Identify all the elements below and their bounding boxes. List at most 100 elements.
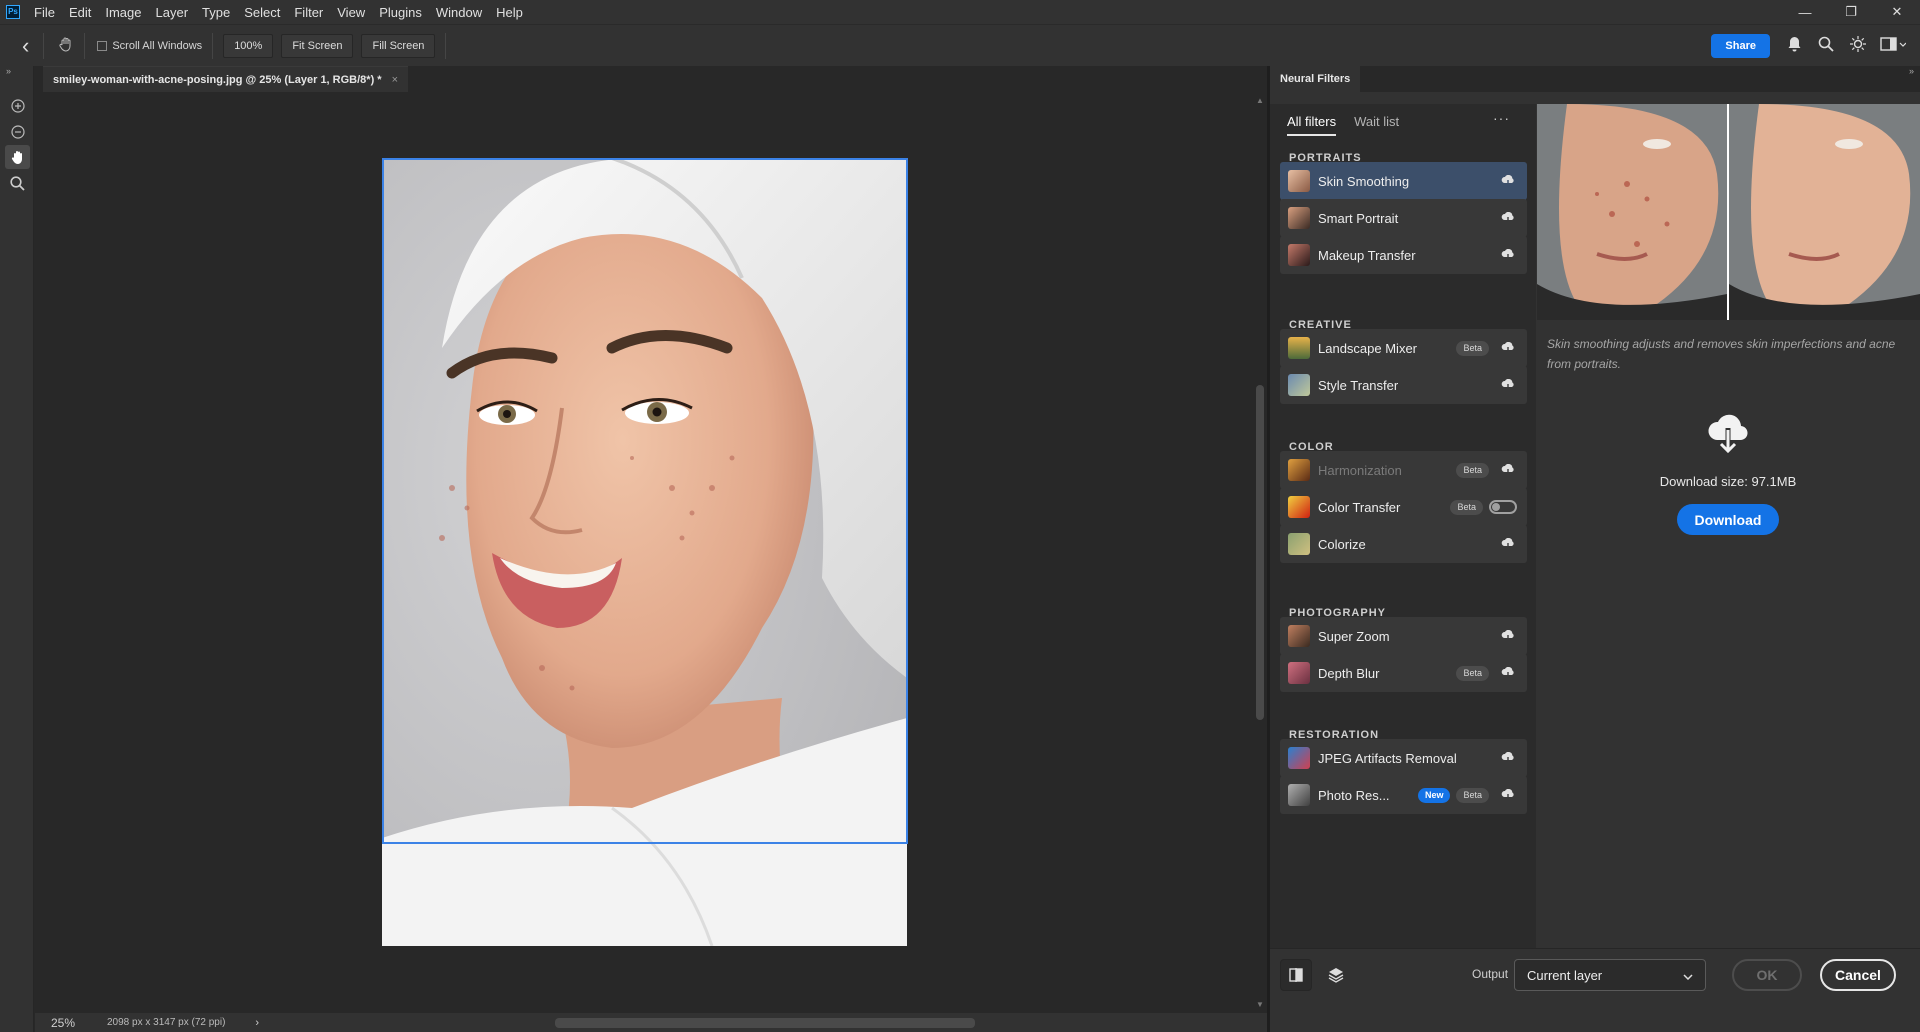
back-arrow-icon[interactable]: ‹: [22, 33, 29, 59]
menu-select[interactable]: Select: [237, 5, 287, 20]
download-button[interactable]: Download: [1677, 504, 1779, 535]
fill-screen-button[interactable]: Fill Screen: [361, 33, 436, 58]
ok-button[interactable]: OK: [1732, 959, 1802, 991]
canvas-area[interactable]: [35, 92, 1267, 1013]
menu-window[interactable]: Window: [429, 5, 489, 20]
filter-color-transfer[interactable]: Color Transfer Beta: [1280, 488, 1527, 526]
tab-wait-list[interactable]: Wait list: [1354, 114, 1399, 136]
fit-screen-button[interactable]: Fit Screen: [281, 33, 354, 58]
download-size: Download size: 97.1MB: [1659, 474, 1797, 489]
photo-restoration-thumbnail-icon: [1288, 784, 1310, 806]
menu-view[interactable]: View: [330, 5, 372, 20]
menu-file[interactable]: File: [27, 5, 62, 20]
cancel-button[interactable]: Cancel: [1820, 959, 1896, 991]
color-transfer-thumbnail-icon: [1288, 496, 1310, 518]
super-zoom-thumbnail-icon: [1288, 625, 1310, 647]
horizontal-scroll-thumb[interactable]: [555, 1018, 975, 1028]
cloud-download-icon[interactable]: [1495, 464, 1521, 476]
window-controls: — ❐ ✕: [1782, 0, 1920, 24]
document-tab-bar: smiley-woman-with-acne-posing.jpg @ 25% …: [35, 66, 1267, 92]
horizontal-scrollbar[interactable]: [285, 1017, 1245, 1028]
discover-lightbulb-icon[interactable]: [1850, 36, 1866, 56]
document-tab[interactable]: smiley-woman-with-acne-posing.jpg @ 25% …: [43, 66, 409, 92]
cloud-download-icon[interactable]: [1495, 212, 1521, 224]
scroll-up-arrow-icon[interactable]: ▲: [1256, 96, 1264, 105]
smart-portrait-thumbnail-icon: [1288, 207, 1310, 229]
menu-type[interactable]: Type: [195, 5, 237, 20]
filter-landscape-mixer[interactable]: Landscape Mixer Beta: [1280, 329, 1527, 367]
bell-icon[interactable]: [1787, 36, 1802, 56]
cloud-download-icon[interactable]: [1495, 342, 1521, 354]
document-tab-title: smiley-woman-with-acne-posing.jpg @ 25% …: [53, 73, 382, 86]
workspace-icon[interactable]: [1880, 36, 1907, 56]
close-tab-icon[interactable]: ×: [392, 74, 398, 86]
filter-smart-portrait[interactable]: Smart Portrait: [1280, 199, 1527, 237]
layer-bounds-selection: [382, 158, 908, 844]
vertical-scrollbar[interactable]: ▲ ▼: [1253, 92, 1267, 1013]
menu-image[interactable]: Image: [98, 5, 148, 20]
beta-badge: Beta: [1456, 787, 1489, 803]
collapse-toolbar-icon[interactable]: »: [6, 66, 11, 76]
filter-makeup-transfer[interactable]: Makeup Transfer: [1280, 236, 1527, 274]
filter-harmonization[interactable]: Harmonization Beta: [1280, 451, 1527, 489]
vertical-scroll-thumb[interactable]: [1256, 385, 1264, 720]
cloud-download-icon[interactable]: [1495, 752, 1521, 764]
cloud-download-icon[interactable]: [1495, 538, 1521, 550]
landscape-mixer-thumbnail-icon: [1288, 337, 1310, 359]
divider: [84, 32, 86, 59]
restore-button[interactable]: ❐: [1828, 0, 1874, 24]
makeup-transfer-thumbnail-icon: [1288, 244, 1310, 266]
filter-skin-smoothing[interactable]: Skin Smoothing: [1280, 162, 1527, 200]
cloud-download-icon[interactable]: [1495, 175, 1521, 187]
output-selected-value: Current layer: [1527, 967, 1603, 983]
hand-tool-icon: [58, 36, 74, 55]
divider: [445, 32, 447, 59]
filter-name: Makeup Transfer: [1318, 247, 1416, 263]
zoom-level[interactable]: 25%: [51, 1016, 107, 1030]
tab-all-filters[interactable]: All filters: [1287, 114, 1337, 136]
filters-list: All filters Wait list ··· PORTRAITS Skin…: [1270, 104, 1536, 948]
neural-filters-panel: Neural Filters » All filters Wait list ·…: [1270, 66, 1920, 1032]
zoom-out-icon[interactable]: [5, 120, 30, 144]
menu-plugins[interactable]: Plugins: [372, 5, 429, 20]
status-menu-arrow-icon[interactable]: ›: [255, 1017, 259, 1029]
search-icon[interactable]: [1818, 36, 1834, 56]
scroll-all-windows-checkbox[interactable]: Scroll All Windows: [97, 40, 202, 52]
filter-depth-blur[interactable]: Depth Blur Beta: [1280, 654, 1527, 692]
menu-filter[interactable]: Filter: [287, 5, 330, 20]
neural-filters-tab[interactable]: Neural Filters: [1270, 66, 1361, 92]
tools-panel: »: [0, 66, 34, 1032]
share-button[interactable]: Share: [1711, 34, 1770, 58]
show-original-icon[interactable]: [1280, 959, 1312, 991]
close-window-button[interactable]: ✕: [1874, 0, 1920, 24]
zoom-in-icon[interactable]: [5, 94, 30, 118]
menu-help[interactable]: Help: [489, 5, 530, 20]
color-transfer-toggle[interactable]: [1489, 500, 1517, 514]
more-options-icon[interactable]: ···: [1493, 110, 1510, 126]
menu-layer[interactable]: Layer: [149, 5, 196, 20]
filter-style-transfer[interactable]: Style Transfer: [1280, 366, 1527, 404]
collapse-panel-icon[interactable]: »: [1909, 66, 1914, 76]
cloud-download-icon[interactable]: [1495, 249, 1521, 261]
filter-jpeg-artifacts-removal[interactable]: JPEG Artifacts Removal: [1280, 739, 1527, 777]
filter-super-zoom[interactable]: Super Zoom: [1280, 617, 1527, 655]
zoom-100-button[interactable]: 100%: [223, 33, 274, 58]
filter-photo-restoration[interactable]: Photo Res... New Beta: [1280, 776, 1527, 814]
filter-colorize[interactable]: Colorize: [1280, 525, 1527, 563]
style-transfer-thumbnail-icon: [1288, 374, 1310, 396]
chevron-down-icon: [1683, 968, 1693, 983]
cloud-download-icon[interactable]: [1495, 630, 1521, 642]
output-select[interactable]: Current layer: [1514, 959, 1706, 991]
checkbox-icon: [97, 40, 108, 51]
scroll-down-arrow-icon[interactable]: ▼: [1256, 1000, 1264, 1009]
cloud-download-icon[interactable]: [1495, 379, 1521, 391]
divider: [212, 32, 214, 59]
filter-name: Color Transfer: [1318, 499, 1401, 515]
menu-edit[interactable]: Edit: [62, 5, 98, 20]
cloud-download-icon[interactable]: [1495, 789, 1521, 801]
hand-tool-icon[interactable]: [5, 145, 30, 169]
minimize-button[interactable]: —: [1782, 0, 1828, 24]
cloud-download-icon[interactable]: [1495, 667, 1521, 679]
layer-preview-icon[interactable]: [1320, 959, 1352, 991]
zoom-tool-icon[interactable]: [5, 171, 30, 195]
